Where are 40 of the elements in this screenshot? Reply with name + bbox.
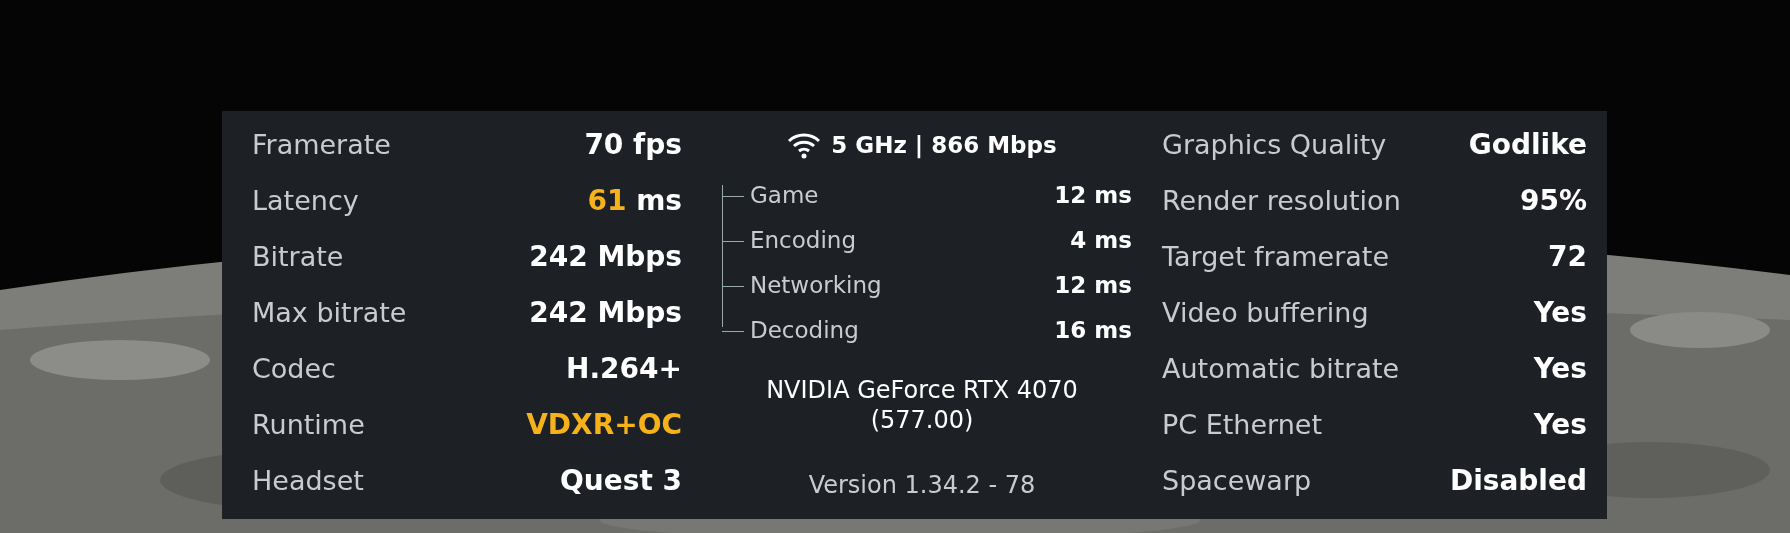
version-text: Version 1.34.2 - 78 — [807, 470, 1037, 501]
stat-value: 61 ms — [587, 183, 682, 219]
latency-value: 12 ms — [1054, 271, 1132, 301]
setting-value: Godlike — [1468, 127, 1587, 163]
stat-value: 242 Mbps — [529, 239, 682, 275]
stat-label: Latency — [252, 183, 359, 218]
stat-value: VDXR+OC — [526, 407, 682, 443]
stat-value: H.264+ — [566, 351, 682, 387]
setting-value: Yes — [1533, 351, 1587, 387]
setting-label: Target framerate — [1162, 239, 1390, 274]
stat-label: Headset — [252, 463, 364, 498]
stat-value: 242 Mbps — [529, 295, 682, 331]
latency-label: Networking — [750, 271, 882, 301]
connection-info: 5 GHz | 866 Mbps — [831, 130, 1057, 161]
setting-value: Yes — [1533, 407, 1587, 443]
setting-label: Spacewarp — [1162, 463, 1312, 498]
latency-label: Game — [750, 181, 819, 211]
setting-label: Graphics Quality — [1162, 127, 1387, 162]
gpu-name: NVIDIA GeForce RTX 4070 (577.00) — [765, 375, 1079, 435]
setting-value: 72 — [1548, 239, 1587, 275]
setting-value: Disabled — [1449, 463, 1587, 499]
stat-label: Codec — [252, 351, 336, 386]
stat-label: Runtime — [252, 407, 365, 442]
latency-value: 4 ms — [1070, 226, 1132, 256]
latency-value: 12 ms — [1054, 181, 1132, 211]
stat-label: Framerate — [252, 127, 391, 162]
latency-label: Decoding — [750, 316, 859, 346]
setting-label: PC Ethernet — [1162, 407, 1323, 442]
latency-label: Encoding — [750, 226, 856, 256]
setting-value: Yes — [1533, 295, 1587, 331]
wifi-icon — [787, 131, 822, 159]
latency-value: 16 ms — [1054, 316, 1132, 346]
stat-label: Bitrate — [252, 239, 344, 274]
stat-value: Quest 3 — [560, 463, 682, 499]
setting-label: Render resolution — [1162, 183, 1401, 218]
stat-label: Max bitrate — [252, 295, 407, 330]
stat-value: 70 fps — [584, 127, 682, 163]
setting-label: Video buffering — [1162, 295, 1369, 330]
setting-label: Automatic bitrate — [1162, 351, 1400, 386]
setting-value: 95% — [1519, 183, 1587, 219]
